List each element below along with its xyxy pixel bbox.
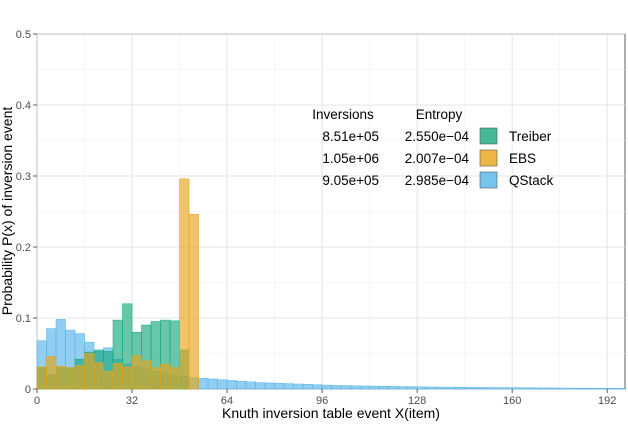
qstack-bar: [616, 388, 627, 390]
y-tick-label: 0.5: [16, 29, 31, 41]
legend-treiber-swatch: [479, 127, 498, 145]
qstack-bar: [255, 382, 266, 390]
legend-header-inversions: Inversions: [312, 107, 374, 122]
legend-ebs-label: EBS: [509, 151, 536, 166]
qstack-bar: [464, 387, 475, 390]
qstack-bar: [198, 378, 209, 390]
legend-header-entropy: Entropy: [416, 107, 463, 122]
qstack-bar: [530, 387, 541, 390]
qstack-bar: [426, 386, 437, 390]
qstack-bar: [559, 387, 570, 390]
y-tick-label: 0: [25, 384, 31, 396]
qstack-bar: [350, 385, 361, 390]
ebs-bar: [93, 362, 104, 390]
qstack-bar: [407, 386, 418, 390]
qstack-bar: [549, 387, 560, 390]
ebs-bar: [84, 353, 95, 390]
x-axis-title: Knuth inversion table event X(item): [222, 405, 440, 421]
y-tick-label: 0.4: [16, 100, 31, 112]
ebs-bar: [131, 355, 142, 390]
legend-qstack-inversions: 9.05e+05: [322, 173, 379, 188]
x-tick-label: 32: [126, 395, 138, 407]
qstack-bar: [416, 386, 427, 390]
qstack-bar: [207, 378, 218, 390]
ebs-bar: [141, 360, 152, 390]
qstack-bar: [511, 387, 522, 390]
x-tick-label: 160: [503, 395, 521, 407]
qstack-bar: [312, 384, 323, 390]
qstack-bar: [473, 387, 484, 390]
y-tick-label: 0.2: [16, 242, 31, 254]
qstack-bar: [483, 387, 494, 390]
y-tick-label: 0.1: [16, 313, 31, 325]
qstack-bar: [388, 386, 399, 390]
qstack-bar: [293, 383, 304, 390]
qstack-bar: [369, 385, 380, 390]
ebs-bar: [55, 365, 66, 390]
qstack-bar: [540, 387, 551, 390]
ebs-bar: [150, 367, 161, 390]
qstack-bar: [359, 385, 370, 390]
ebs-bar: [74, 365, 85, 390]
qstack-bar: [445, 386, 456, 390]
legend-qstack-swatch: [479, 171, 498, 189]
legend-ebs-swatch: [479, 149, 498, 167]
ebs-bar: [46, 356, 57, 390]
y-axis-title: Probability P(x) of inversion event: [0, 107, 15, 316]
legend-treiber-label: Treiber: [509, 129, 552, 144]
qstack-bar: [321, 384, 332, 390]
qstack-bar: [606, 388, 617, 390]
ebs-bar: [65, 367, 76, 390]
qstack-bar: [217, 379, 228, 390]
x-tick-label: 0: [34, 395, 40, 407]
qstack-bar: [236, 380, 247, 390]
legend-qstack-label: QStack: [509, 173, 554, 188]
ebs-bar: [160, 363, 171, 390]
legend-treiber-inversions: 8.51e+05: [322, 129, 379, 144]
qstack-bar: [587, 387, 598, 390]
y-axis-ticks: 0 0.1 0.2 0.3 0.4 0.5: [16, 29, 37, 396]
ebs-bar: [103, 370, 114, 390]
qstack-bar: [264, 382, 275, 390]
y-tick-label: 0.3: [16, 171, 31, 183]
legend-ebs-inversions: 1.05e+06: [322, 151, 379, 166]
qstack-bar: [492, 387, 503, 390]
qstack-bar: [397, 386, 408, 390]
qstack-bar: [283, 383, 294, 390]
ebs-bar: [112, 363, 123, 390]
qstack-bar: [454, 386, 465, 390]
ebs-bar: [179, 178, 190, 390]
x-tick-label: 192: [598, 395, 616, 407]
qstack-bar: [568, 387, 579, 390]
qstack-bar: [226, 380, 237, 390]
qstack-bar: [435, 386, 446, 390]
qstack-bar: [597, 387, 608, 390]
qstack-bar: [521, 387, 532, 390]
qstack-bar: [502, 387, 513, 390]
qstack-bar: [578, 387, 589, 390]
qstack-bar: [274, 383, 285, 390]
qstack-bar: [340, 385, 351, 390]
ebs-bar: [36, 366, 47, 390]
ebs-bar: [122, 366, 133, 390]
legend-ebs-entropy: 2.007e−04: [405, 151, 470, 166]
qstack-bar: [245, 381, 256, 390]
qstack-bar: [331, 385, 342, 390]
qstack-bar: [378, 386, 389, 390]
qstack-bar: [302, 384, 313, 390]
legend-qstack-entropy: 2.985e−04: [405, 173, 470, 188]
ebs-bar: [188, 214, 199, 390]
ebs-bar: [169, 367, 180, 390]
histogram-chart: 0 32 64 96 128 160 192 00.10.20.30.40.5 Knuth …: [0, 29, 627, 421]
legend-treiber-entropy: 2.550e−04: [405, 129, 470, 144]
